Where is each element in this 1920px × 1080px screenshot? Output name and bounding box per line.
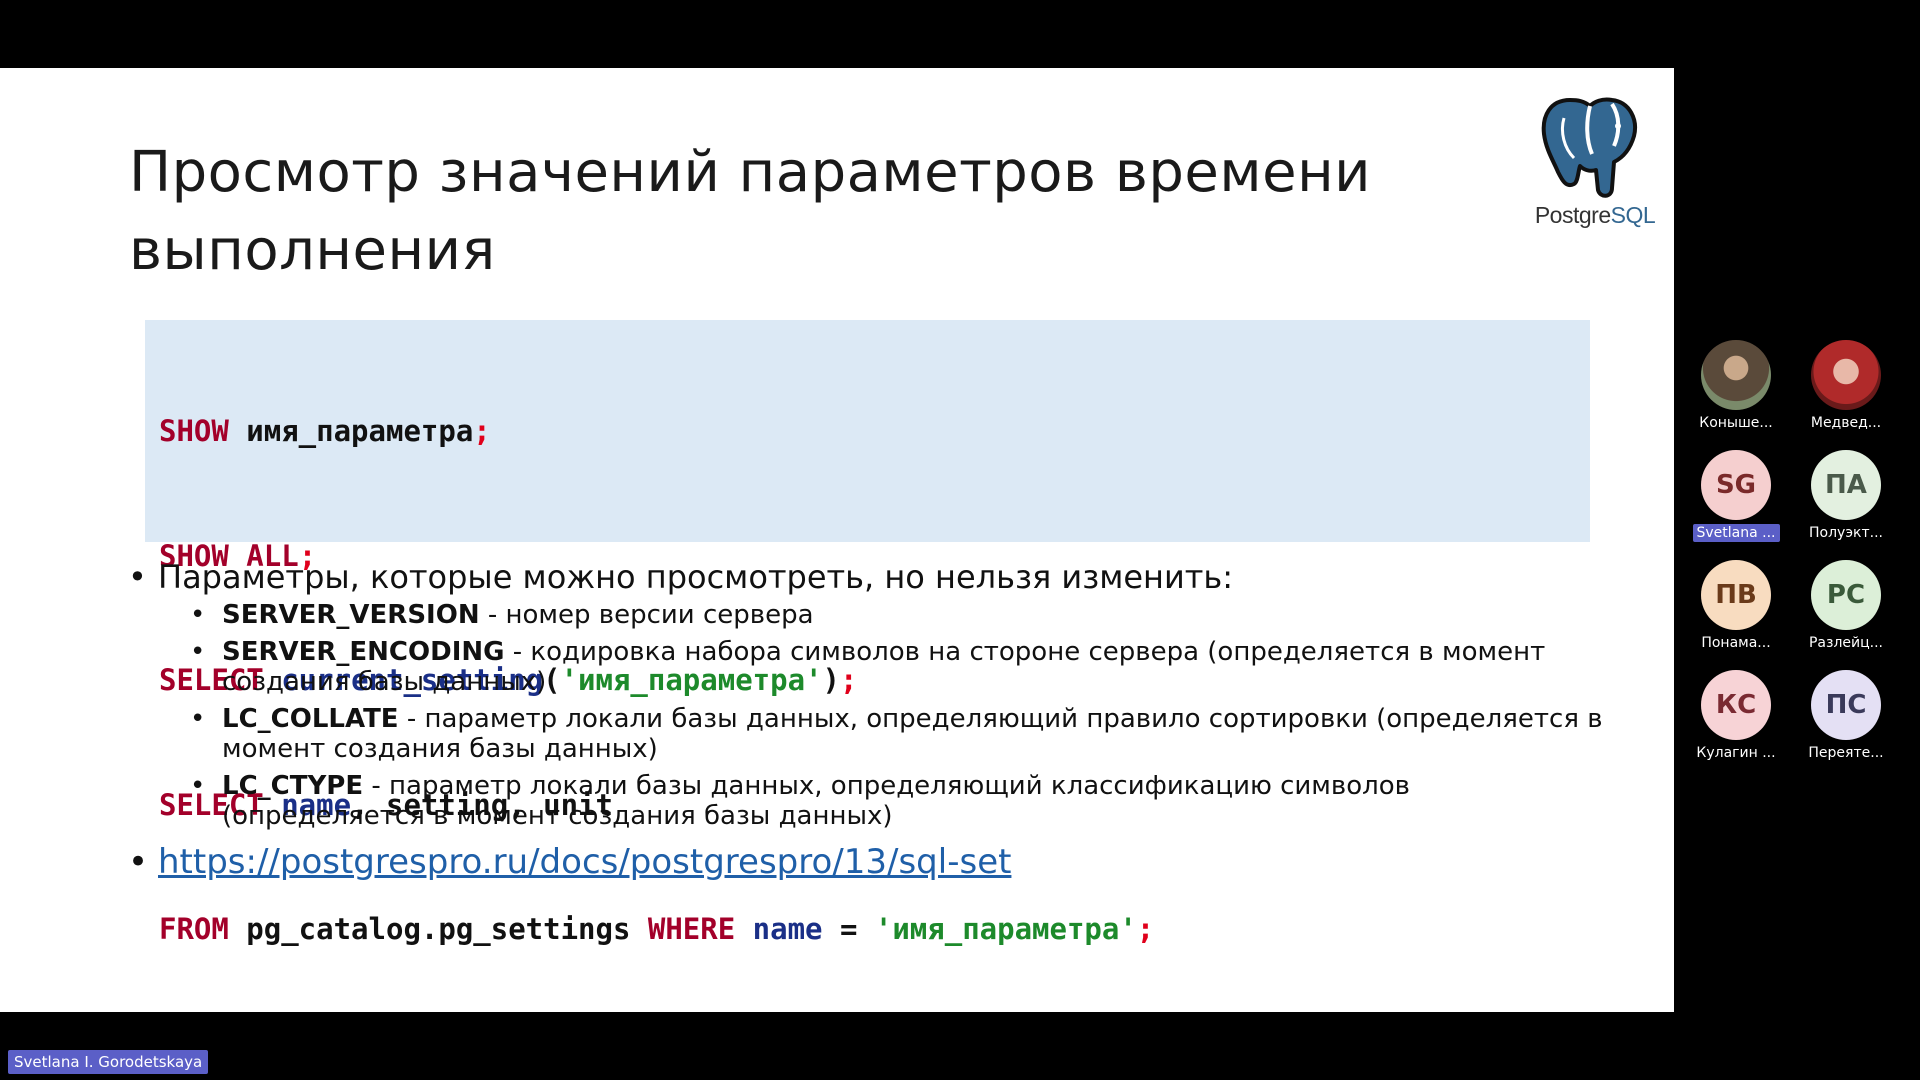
code-keyword: FROM xyxy=(159,912,229,946)
code-line-5: FROM pg_catalog.pg_settings WHERE name =… xyxy=(159,909,1576,951)
participant-tile[interactable]: Медвед... xyxy=(1792,330,1900,431)
param-desc: - параметр локали базы данных, определяю… xyxy=(222,704,1603,764)
param-sublist: SERVER_VERSION - номер версии сервера SE… xyxy=(128,600,1608,831)
avatar: ПА xyxy=(1811,450,1881,520)
bullet-text: Параметры, которые можно просмотреть, но… xyxy=(158,558,1234,596)
logo-text-postgre: Postgre xyxy=(1534,202,1611,228)
participant-tile[interactable]: РС Разлейц... xyxy=(1792,550,1900,651)
participants-panel: Коныше... Медвед... SG Svetlana ... ПА П… xyxy=(1680,330,1920,770)
code-line-1: SHOW имя_параметра; xyxy=(159,411,1576,453)
code-keyword: WHERE xyxy=(647,912,736,946)
code-punct: ; xyxy=(1136,912,1155,946)
bullet-doc-link: https://postgrespro.ru/docs/postgrespro/… xyxy=(128,841,1608,883)
code-text: pg_catalog.pg_settings xyxy=(228,912,648,946)
meeting-screen: Просмотр значений параметров времени вып… xyxy=(0,0,1920,1080)
participant-tile[interactable]: ПА Полуэкт... xyxy=(1792,440,1900,541)
code-keyword: SHOW xyxy=(159,414,229,448)
participant-tile[interactable]: КС Кулагин ... xyxy=(1682,660,1790,761)
code-text: имя_параметра xyxy=(228,414,474,448)
participant-tile[interactable]: ПС Переяте... xyxy=(1792,660,1900,761)
list-item: LC_COLLATE - параметр локали базы данных… xyxy=(128,704,1608,764)
param-desc: - параметр локали базы данных, определяю… xyxy=(222,771,1411,831)
param-term: SERVER_ENCODING xyxy=(222,637,505,667)
slide-title: Просмотр значений параметров времени вып… xyxy=(129,140,1372,283)
param-term: LC_COLLATE xyxy=(222,704,399,734)
participant-name: Медвед... xyxy=(1810,415,1882,431)
avatar xyxy=(1811,340,1881,410)
participant-tile[interactable]: ПВ Понама... xyxy=(1682,550,1790,651)
logo-wordmark: PostgreSQL xyxy=(1520,202,1670,229)
avatar: SG xyxy=(1701,450,1771,520)
avatar: ПВ xyxy=(1701,560,1771,630)
docs-link[interactable]: https://postgrespro.ru/docs/postgrespro/… xyxy=(158,842,1011,882)
code-string: 'имя_параметра' xyxy=(874,912,1137,946)
param-term: SERVER_VERSION xyxy=(222,600,480,630)
list-item: SERVER_ENCODING - кодировка набора симво… xyxy=(128,637,1608,697)
code-punct: ; xyxy=(473,414,491,448)
avatar: КС xyxy=(1701,670,1771,740)
participant-tile[interactable]: SG Svetlana ... xyxy=(1682,440,1790,542)
participant-name: Svetlana ... xyxy=(1692,524,1780,542)
participant-name: Полуэкт... xyxy=(1809,525,1883,541)
elephant-icon xyxy=(1541,97,1637,198)
code-text: = xyxy=(822,912,875,946)
postgresql-logo: PostgreSQL xyxy=(1520,92,1670,232)
sql-code-block: SHOW имя_параметра; SHOW ALL; SELECT cur… xyxy=(145,320,1590,946)
participant-name: Переяте... xyxy=(1808,745,1884,761)
list-item: SERVER_VERSION - номер версии сервера xyxy=(128,600,1608,630)
avatar xyxy=(1701,340,1771,410)
code-function: name xyxy=(735,912,823,946)
avatar: РС xyxy=(1811,560,1881,630)
active-speaker-label: Svetlana I. Gorodetskaya xyxy=(8,1050,209,1074)
slide-bullets: Параметры, которые можно просмотреть, но… xyxy=(128,556,1608,885)
participant-name: Разлейц... xyxy=(1808,635,1883,651)
bullet-readonly-params: Параметры, которые можно просмотреть, но… xyxy=(128,556,1608,598)
shared-slide: Просмотр значений параметров времени вып… xyxy=(0,68,1674,1012)
logo-text-sql: SQL xyxy=(1610,202,1656,228)
list-item: LC_CTYPE - параметр локали базы данных, … xyxy=(128,771,1608,831)
param-term: LC_CTYPE xyxy=(222,771,364,801)
participant-name: Кулагин ... xyxy=(1696,745,1776,761)
participant-name: Коныше... xyxy=(1699,415,1773,431)
param-desc: - номер версии сервера xyxy=(479,600,814,630)
participant-tile[interactable]: Коныше... xyxy=(1682,330,1790,431)
avatar: ПС xyxy=(1811,670,1881,740)
participant-name: Понама... xyxy=(1701,635,1771,651)
